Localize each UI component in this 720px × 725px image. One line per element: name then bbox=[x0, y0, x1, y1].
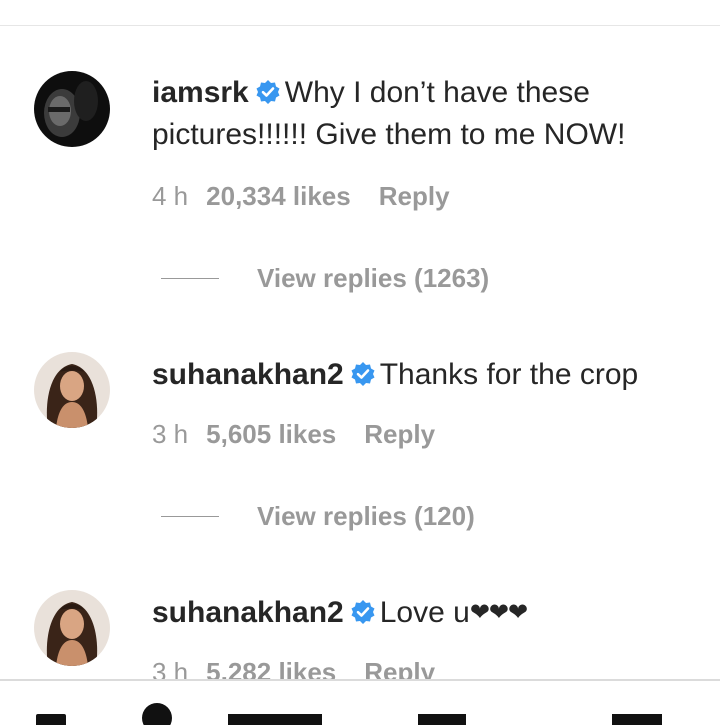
username-link[interactable]: suhanakhan2 bbox=[152, 596, 344, 629]
comment-body: suhanakhan2 Love u❤❤❤ bbox=[152, 592, 697, 634]
avatar[interactable] bbox=[34, 71, 110, 147]
username-link[interactable]: iamsrk bbox=[152, 76, 249, 109]
view-replies-label: View replies (1263) bbox=[257, 262, 490, 293]
view-replies-button[interactable]: View replies (120) bbox=[161, 500, 475, 532]
comment-meta: 3 h 5,282 likes Reply bbox=[152, 656, 435, 679]
comment-meta: 4 h 20,334 likes Reply bbox=[152, 180, 450, 212]
verified-badge-icon bbox=[350, 361, 376, 387]
comment-time: 3 h bbox=[152, 419, 189, 449]
comment-body: suhanakhan2 Thanks for the crop bbox=[152, 354, 697, 396]
home-icon[interactable] bbox=[36, 714, 66, 725]
verified-badge-icon bbox=[350, 599, 376, 625]
view-replies-button[interactable]: View replies (1263) bbox=[161, 262, 489, 294]
avatar-photo bbox=[34, 352, 110, 428]
search-icon[interactable] bbox=[142, 703, 172, 725]
comment-body: iamsrk Why I don’t have these pictures!!!… bbox=[152, 72, 697, 156]
likes-count[interactable]: 5,605 likes bbox=[206, 419, 336, 449]
comment-meta: 3 h 5,605 likes Reply bbox=[152, 418, 435, 450]
comment-text: Thanks for the crop bbox=[379, 358, 639, 391]
likes-count[interactable]: 20,334 likes bbox=[206, 181, 351, 211]
comment-time: 3 h bbox=[152, 657, 189, 679]
activity-icon[interactable] bbox=[418, 714, 466, 725]
verified-badge-icon bbox=[255, 79, 281, 105]
comment-time: 4 h bbox=[152, 181, 189, 211]
avatar-photo bbox=[34, 590, 110, 666]
replies-dash bbox=[161, 277, 219, 279]
reply-button[interactable]: Reply bbox=[379, 181, 450, 211]
avatar[interactable] bbox=[34, 590, 110, 666]
bottom-nav bbox=[0, 681, 720, 725]
hearts-emoji: ❤❤❤ bbox=[470, 596, 528, 629]
comments-list: iamsrk Why I don’t have these pictures!!!… bbox=[0, 26, 720, 679]
username-link[interactable]: suhanakhan2 bbox=[152, 358, 344, 391]
add-icon[interactable] bbox=[228, 714, 322, 725]
heart-icon: ❤❤❤ bbox=[469, 599, 528, 626]
replies-dash bbox=[161, 515, 219, 517]
reply-button[interactable]: Reply bbox=[364, 419, 435, 449]
profile-icon[interactable] bbox=[612, 714, 662, 725]
view-replies-label: View replies (120) bbox=[257, 500, 475, 531]
avatar[interactable] bbox=[34, 352, 110, 428]
reply-button[interactable]: Reply bbox=[364, 657, 435, 679]
likes-count[interactable]: 5,282 likes bbox=[206, 657, 336, 679]
comment-text: Love u bbox=[379, 596, 470, 629]
avatar-photo bbox=[34, 71, 110, 147]
